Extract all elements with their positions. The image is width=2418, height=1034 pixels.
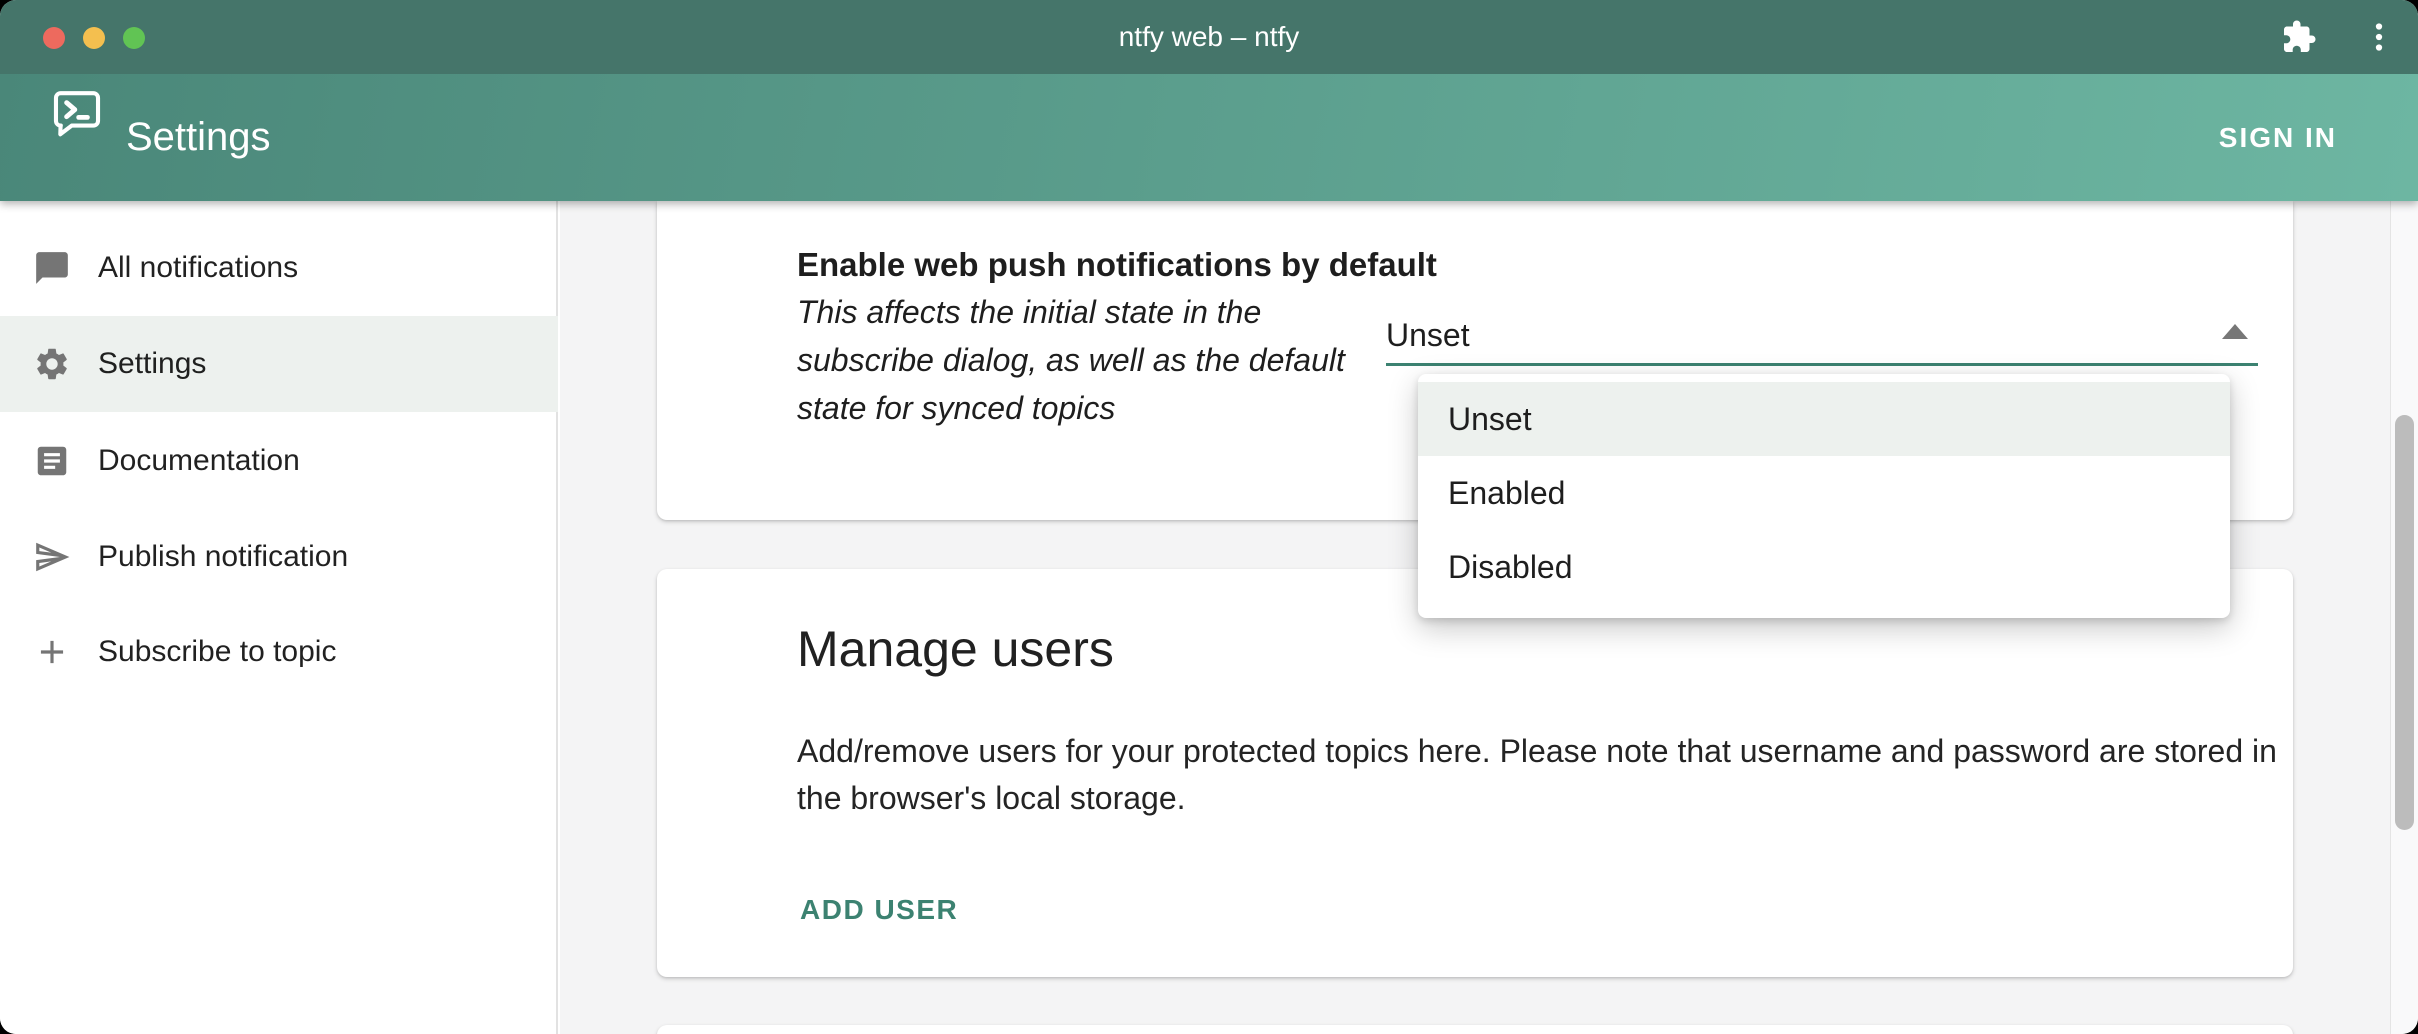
add-user-button[interactable]: ADD USER [800, 894, 958, 926]
browser-menu-kebab-icon[interactable] [2361, 19, 2397, 55]
sidebar: All notifications Settings Documentation… [0, 201, 558, 1034]
sidebar-item-label: Subscribe to topic [98, 604, 336, 700]
web-push-description-line: subscribe dialog, as well as the default [797, 342, 1345, 379]
sidebar-item-settings[interactable]: Settings [0, 316, 558, 412]
sidebar-item-subscribe-to-topic[interactable]: Subscribe to topic [0, 604, 558, 700]
browser-window: ntfy web – ntfy Settings SIGN IN All not… [0, 0, 2418, 1034]
manage-users-description-line: the browser's local storage. [797, 780, 1186, 817]
page-title: Settings [126, 74, 271, 201]
sidebar-item-documentation[interactable]: Documentation [0, 413, 558, 509]
sidebar-item-label: Publish notification [98, 509, 348, 605]
manage-users-title: Manage users [797, 620, 1114, 678]
next-card-partial [657, 1025, 2293, 1034]
sign-in-button[interactable]: SIGN IN [2219, 74, 2337, 201]
manage-users-description-line: Add/remove users for your protected topi… [797, 733, 2277, 770]
window-titlebar: ntfy web – ntfy [0, 0, 2418, 74]
scrollbar-track[interactable] [2390, 201, 2418, 1034]
web-push-dropdown-menu: Unset Enabled Disabled [1418, 374, 2230, 618]
dropdown-option-unset[interactable]: Unset [1418, 382, 2230, 456]
settings-page-content: Enable web push notifications by default… [560, 201, 2390, 1034]
sidebar-item-all-notifications[interactable]: All notifications [0, 220, 558, 316]
plus-icon [33, 633, 71, 671]
web-push-description-line: This affects the initial state in the [797, 294, 1261, 331]
extension-puzzle-icon[interactable] [2281, 19, 2317, 55]
article-icon [33, 442, 71, 480]
web-push-select-value[interactable]: Unset [1386, 317, 1470, 354]
window-title: ntfy web – ntfy [0, 0, 2418, 74]
sidebar-item-publish-notification[interactable]: Publish notification [0, 509, 558, 605]
send-icon [33, 538, 71, 576]
ntfy-logo-icon[interactable] [48, 85, 106, 143]
manage-users-card: Manage users Add/remove users for your p… [657, 569, 2293, 977]
web-push-heading: Enable web push notifications by default [797, 246, 1437, 284]
dropdown-option-enabled[interactable]: Enabled [1418, 456, 2230, 530]
dropdown-arrow-up-icon[interactable] [2222, 324, 2248, 339]
sidebar-item-label: Settings [98, 316, 206, 412]
sidebar-item-label: Documentation [98, 413, 300, 509]
chat-bubble-icon [33, 249, 71, 287]
dropdown-option-disabled[interactable]: Disabled [1418, 530, 2230, 604]
gear-icon [33, 345, 71, 383]
sidebar-item-label: All notifications [98, 220, 298, 316]
app-bar: Settings SIGN IN [0, 74, 2418, 201]
web-push-description-line: state for synced topics [797, 390, 1115, 427]
scrollbar-thumb[interactable] [2395, 415, 2414, 830]
select-underline [1386, 363, 2258, 366]
